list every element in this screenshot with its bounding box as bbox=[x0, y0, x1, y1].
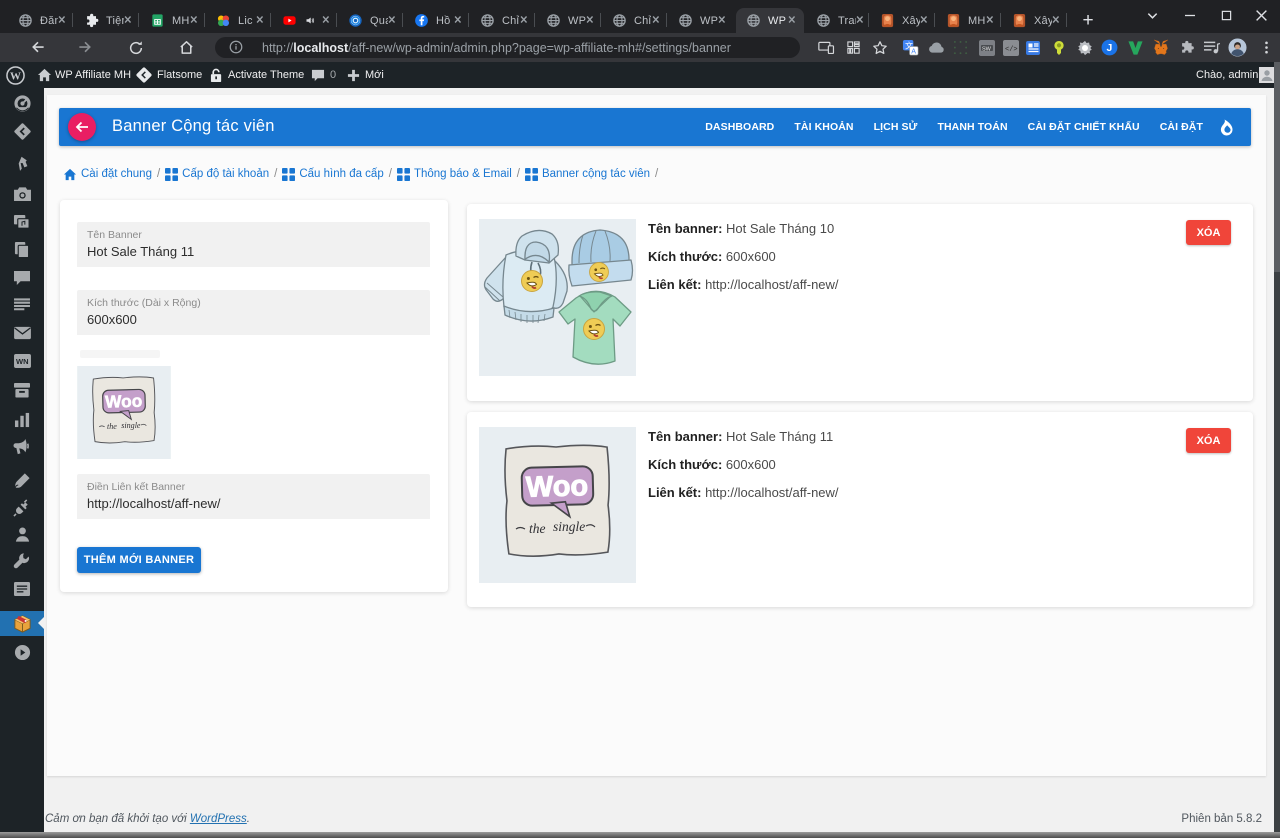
svg-text:A: A bbox=[911, 48, 916, 56]
svg-text:SW: SW bbox=[982, 46, 992, 52]
svg-text:</>: </> bbox=[1005, 46, 1018, 54]
svg-text:WN: WN bbox=[16, 357, 29, 366]
svg-text:W: W bbox=[10, 70, 21, 82]
svg-text:J: J bbox=[1106, 43, 1112, 54]
